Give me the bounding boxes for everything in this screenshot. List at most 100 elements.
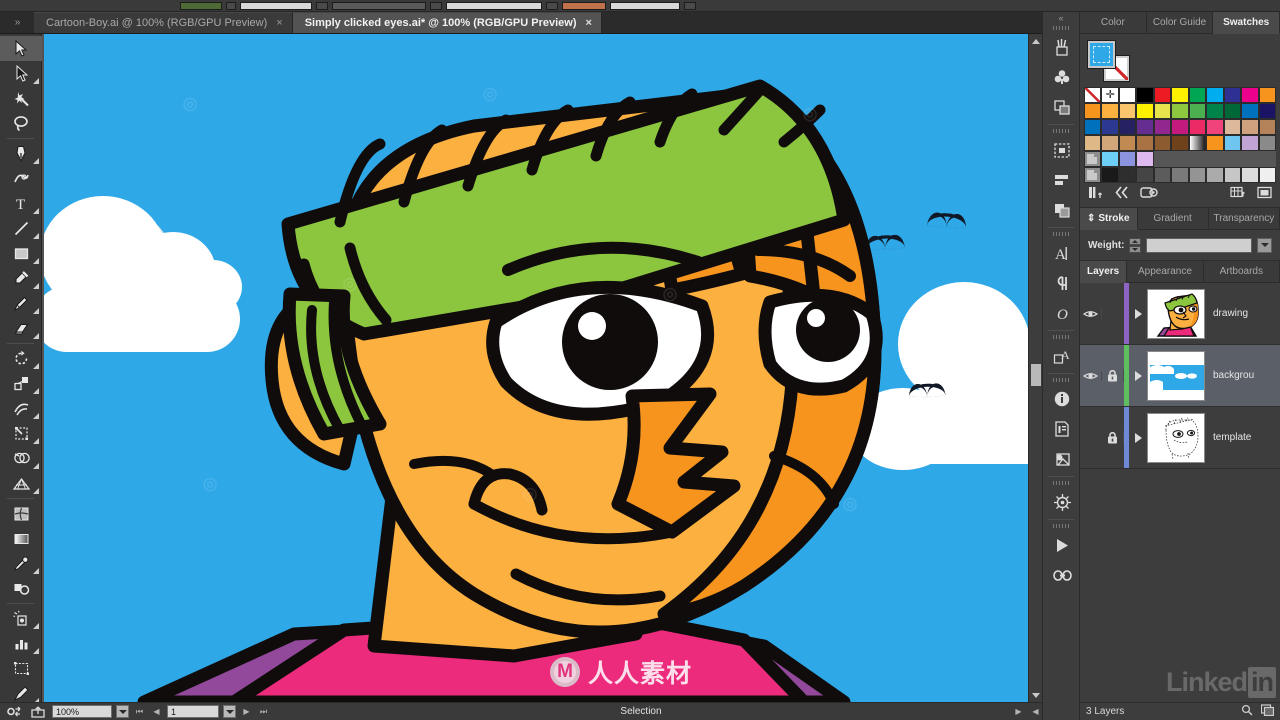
rotate-view-icon[interactable] — [4, 705, 24, 719]
swatch-grid[interactable] — [1084, 87, 1276, 183]
swatch-green[interactable] — [1188, 87, 1207, 103]
swatch-group-folder-1[interactable] — [1084, 151, 1102, 167]
cartoon-boy-artwork[interactable] — [44, 34, 1042, 702]
rail-grip[interactable] — [1043, 127, 1079, 135]
swatch-lavender[interactable] — [1241, 135, 1259, 151]
show-swatch-kinds-icon[interactable] — [1115, 186, 1130, 202]
column-graph-tool[interactable] — [0, 631, 42, 656]
layer-row-template[interactable]: template — [1080, 407, 1280, 469]
swatch-khaki[interactable] — [1101, 135, 1119, 151]
stepper-up-icon[interactable] — [1129, 237, 1142, 245]
swatch-gray-8[interactable] — [1223, 167, 1242, 183]
visibility-toggle[interactable] — [1080, 370, 1102, 381]
panel-icon-rail[interactable]: « A O A — [1042, 12, 1080, 720]
swatch-tan-3[interactable] — [1258, 119, 1276, 135]
status-expand-icon[interactable]: ▶ — [1012, 705, 1025, 718]
swatch-gray-9[interactable] — [1241, 167, 1259, 183]
swatch-magenta[interactable] — [1241, 87, 1259, 103]
rail-grip[interactable] — [1043, 230, 1079, 238]
last-page-button[interactable]: ⏭ — [257, 705, 270, 718]
symbols-icon[interactable] — [1043, 62, 1081, 92]
control-swatch-orange[interactable] — [562, 1, 606, 10]
width-tool[interactable] — [0, 396, 42, 421]
swatch-rose[interactable] — [1188, 119, 1207, 135]
first-page-button[interactable]: ⏮ — [133, 705, 146, 718]
new-color-group-icon[interactable] — [1230, 186, 1247, 202]
glyphs-icon[interactable]: O — [1043, 298, 1081, 328]
info-icon[interactable] — [1043, 384, 1081, 414]
swatch-pink[interactable] — [1206, 119, 1224, 135]
character-icon[interactable]: A — [1043, 238, 1081, 268]
swatch-brown[interactable] — [1153, 135, 1172, 151]
swatch-dark-indigo[interactable] — [1118, 119, 1137, 135]
share-icon[interactable] — [28, 705, 48, 719]
swatch-group-sky[interactable] — [1101, 151, 1119, 167]
control-dropdown-2[interactable] — [316, 1, 328, 10]
control-dropdown-3[interactable] — [430, 1, 442, 10]
new-layer-icon[interactable] — [1260, 704, 1275, 719]
rail-collapse-icon[interactable]: « — [1043, 12, 1079, 24]
blend-tool[interactable] — [0, 576, 42, 601]
weight-input[interactable] — [1146, 237, 1252, 253]
swatch-sand[interactable] — [1084, 135, 1102, 151]
stroke-panel[interactable]: ⇕ Stroke Gradient Transparency Weight: — [1080, 207, 1280, 260]
swatch-light-orange[interactable] — [1101, 103, 1119, 119]
layers-panel[interactable]: Layers Appearance Artboards drawing back… — [1080, 260, 1280, 469]
layer-name[interactable]: template — [1205, 432, 1251, 443]
document-tab-cartoon-boy[interactable]: Cartoon-Boy.ai @ 100% (RGB/GPU Preview) … — [34, 12, 293, 33]
scroll-up-icon[interactable] — [1029, 34, 1043, 48]
swatch-cyan[interactable] — [1206, 87, 1224, 103]
artboard[interactable]: ◎ ◎ ◎ ◎ ◎ ◎ ◎ ◎ ◎ M 人人素材 — [44, 34, 1042, 702]
layers-panel-tabs[interactable]: Layers Appearance Artboards — [1080, 261, 1280, 283]
perspective-grid-tool[interactable] — [0, 471, 42, 496]
swatch-gray-3[interactable] — [1136, 167, 1154, 183]
layer-row-background[interactable]: backgrou — [1080, 345, 1280, 407]
magic-wand-tool[interactable] — [0, 86, 42, 111]
links-icon[interactable] — [1043, 444, 1081, 474]
expand-layer-icon[interactable] — [1129, 370, 1147, 381]
swatch-grey[interactable] — [1258, 135, 1276, 151]
swatch-violet[interactable] — [1136, 119, 1154, 135]
rail-grip[interactable] — [1043, 333, 1079, 341]
tab-gradient[interactable]: Gradient — [1137, 208, 1209, 230]
swatch-leaf-green[interactable] — [1188, 103, 1207, 119]
swatch-gray-7[interactable] — [1206, 167, 1224, 183]
scroll-thumb[interactable] — [1031, 364, 1041, 386]
fill-stroke-indicator[interactable] — [1087, 40, 1136, 83]
swatches-panel[interactable] — [1080, 34, 1280, 207]
tab-color[interactable]: Color — [1080, 12, 1147, 34]
symbol-sprayer-tool[interactable] — [0, 606, 42, 631]
swatch-navy[interactable] — [1258, 103, 1276, 119]
tab-transparency[interactable]: Transparency — [1208, 208, 1280, 230]
control-field-2[interactable] — [332, 1, 426, 10]
next-page-button[interactable]: ▶ — [240, 705, 253, 718]
artboards-panel-icon[interactable] — [1043, 135, 1081, 165]
layer-name[interactable]: backgrou — [1205, 370, 1254, 381]
scale-tool[interactable] — [0, 371, 42, 396]
pathfinder-icon[interactable] — [1043, 195, 1081, 225]
swatch-sky[interactable] — [1223, 135, 1242, 151]
right-panel-dock[interactable]: Color Color Guide Swatches ✛ ⇕ Stroke Gr… — [1080, 12, 1280, 720]
page-dropdown-icon[interactable] — [223, 705, 236, 718]
zoom-level-field[interactable]: 100% — [52, 705, 112, 718]
lock-toggle[interactable] — [1102, 431, 1124, 444]
swatch-bronze[interactable] — [1136, 135, 1154, 151]
lasso-tool[interactable] — [0, 111, 42, 136]
swatch-indigo[interactable] — [1101, 119, 1119, 135]
expand-layer-icon[interactable] — [1129, 308, 1147, 319]
tab-color-guide[interactable]: Color Guide — [1146, 12, 1214, 34]
paragraph-icon[interactable] — [1043, 268, 1081, 298]
scroll-down-icon[interactable] — [1029, 688, 1043, 702]
swatch-gray-5[interactable] — [1171, 167, 1189, 183]
control-swatch-green[interactable] — [180, 1, 222, 10]
eraser-tool[interactable] — [0, 316, 42, 341]
curvature-tool[interactable] — [0, 166, 42, 191]
swatch-libraries-icon[interactable] — [1088, 186, 1105, 202]
fill-swatch[interactable] — [1087, 40, 1116, 69]
swatch-caramel[interactable] — [1118, 135, 1137, 151]
swatch-blue[interactable] — [1223, 87, 1242, 103]
stroke-weight-row[interactable]: Weight: — [1080, 230, 1280, 260]
document-tab-simply-clicked-eyes[interactable]: Simply clicked eyes.ai* @ 100% (RGB/GPU … — [292, 12, 602, 33]
swatch-options-icon[interactable] — [1140, 186, 1159, 202]
weight-dropdown-icon[interactable] — [1257, 237, 1272, 253]
